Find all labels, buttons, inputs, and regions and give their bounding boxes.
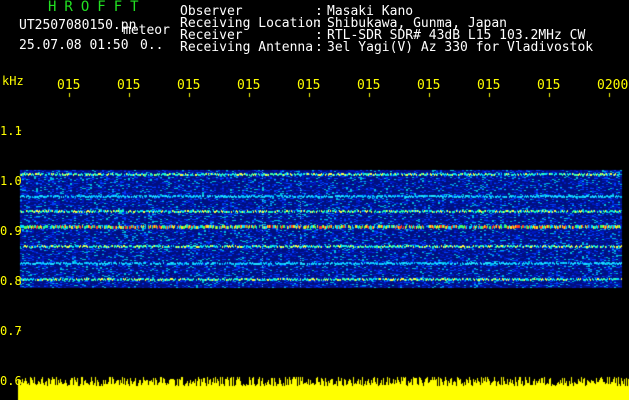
x-tick-8: 015 [477,78,501,93]
spectrogram-window: HROFFT UT2507080150.pn meteor 25.07.08 0… [0,0,629,400]
x-tick-5: 015 [297,78,321,93]
file-name: UT2507080150.pn [19,18,137,33]
x-tick-6: 015 [357,78,381,93]
y-tick-1.1: 1.1 [0,124,22,138]
spectrogram-canvas [0,0,629,400]
count-label: 0.. [140,38,164,53]
x-tick-2: 015 [117,78,141,93]
antenna-value: 3el Yagi(V) Az 330 for Vladivostok [327,40,594,55]
mode-label: meteor [123,23,170,38]
antenna-label: Receiving Antenna [180,40,314,55]
x-tick-10: 0200 [597,78,629,93]
x-tick-4: 015 [237,78,261,93]
x-tick-9: 015 [537,78,561,93]
y-tick-0.9: 0.9 [0,224,22,238]
y-tick-0.7: 0.7 [0,324,22,338]
x-tick-7: 015 [417,78,441,93]
x-tick-3: 015 [177,78,201,93]
x-tick-1: 015 [57,78,81,93]
app-title: HROFFT [48,0,147,15]
date-time: 25.07.08 01:50 [19,38,129,53]
antenna-colon: : [315,40,323,55]
y-tick-1.0: 1.0 [0,174,22,188]
y-axis-unit: kHz [2,74,24,88]
y-tick-0.6: 0.6 [0,374,22,388]
y-tick-0.8: 0.8 [0,274,22,288]
